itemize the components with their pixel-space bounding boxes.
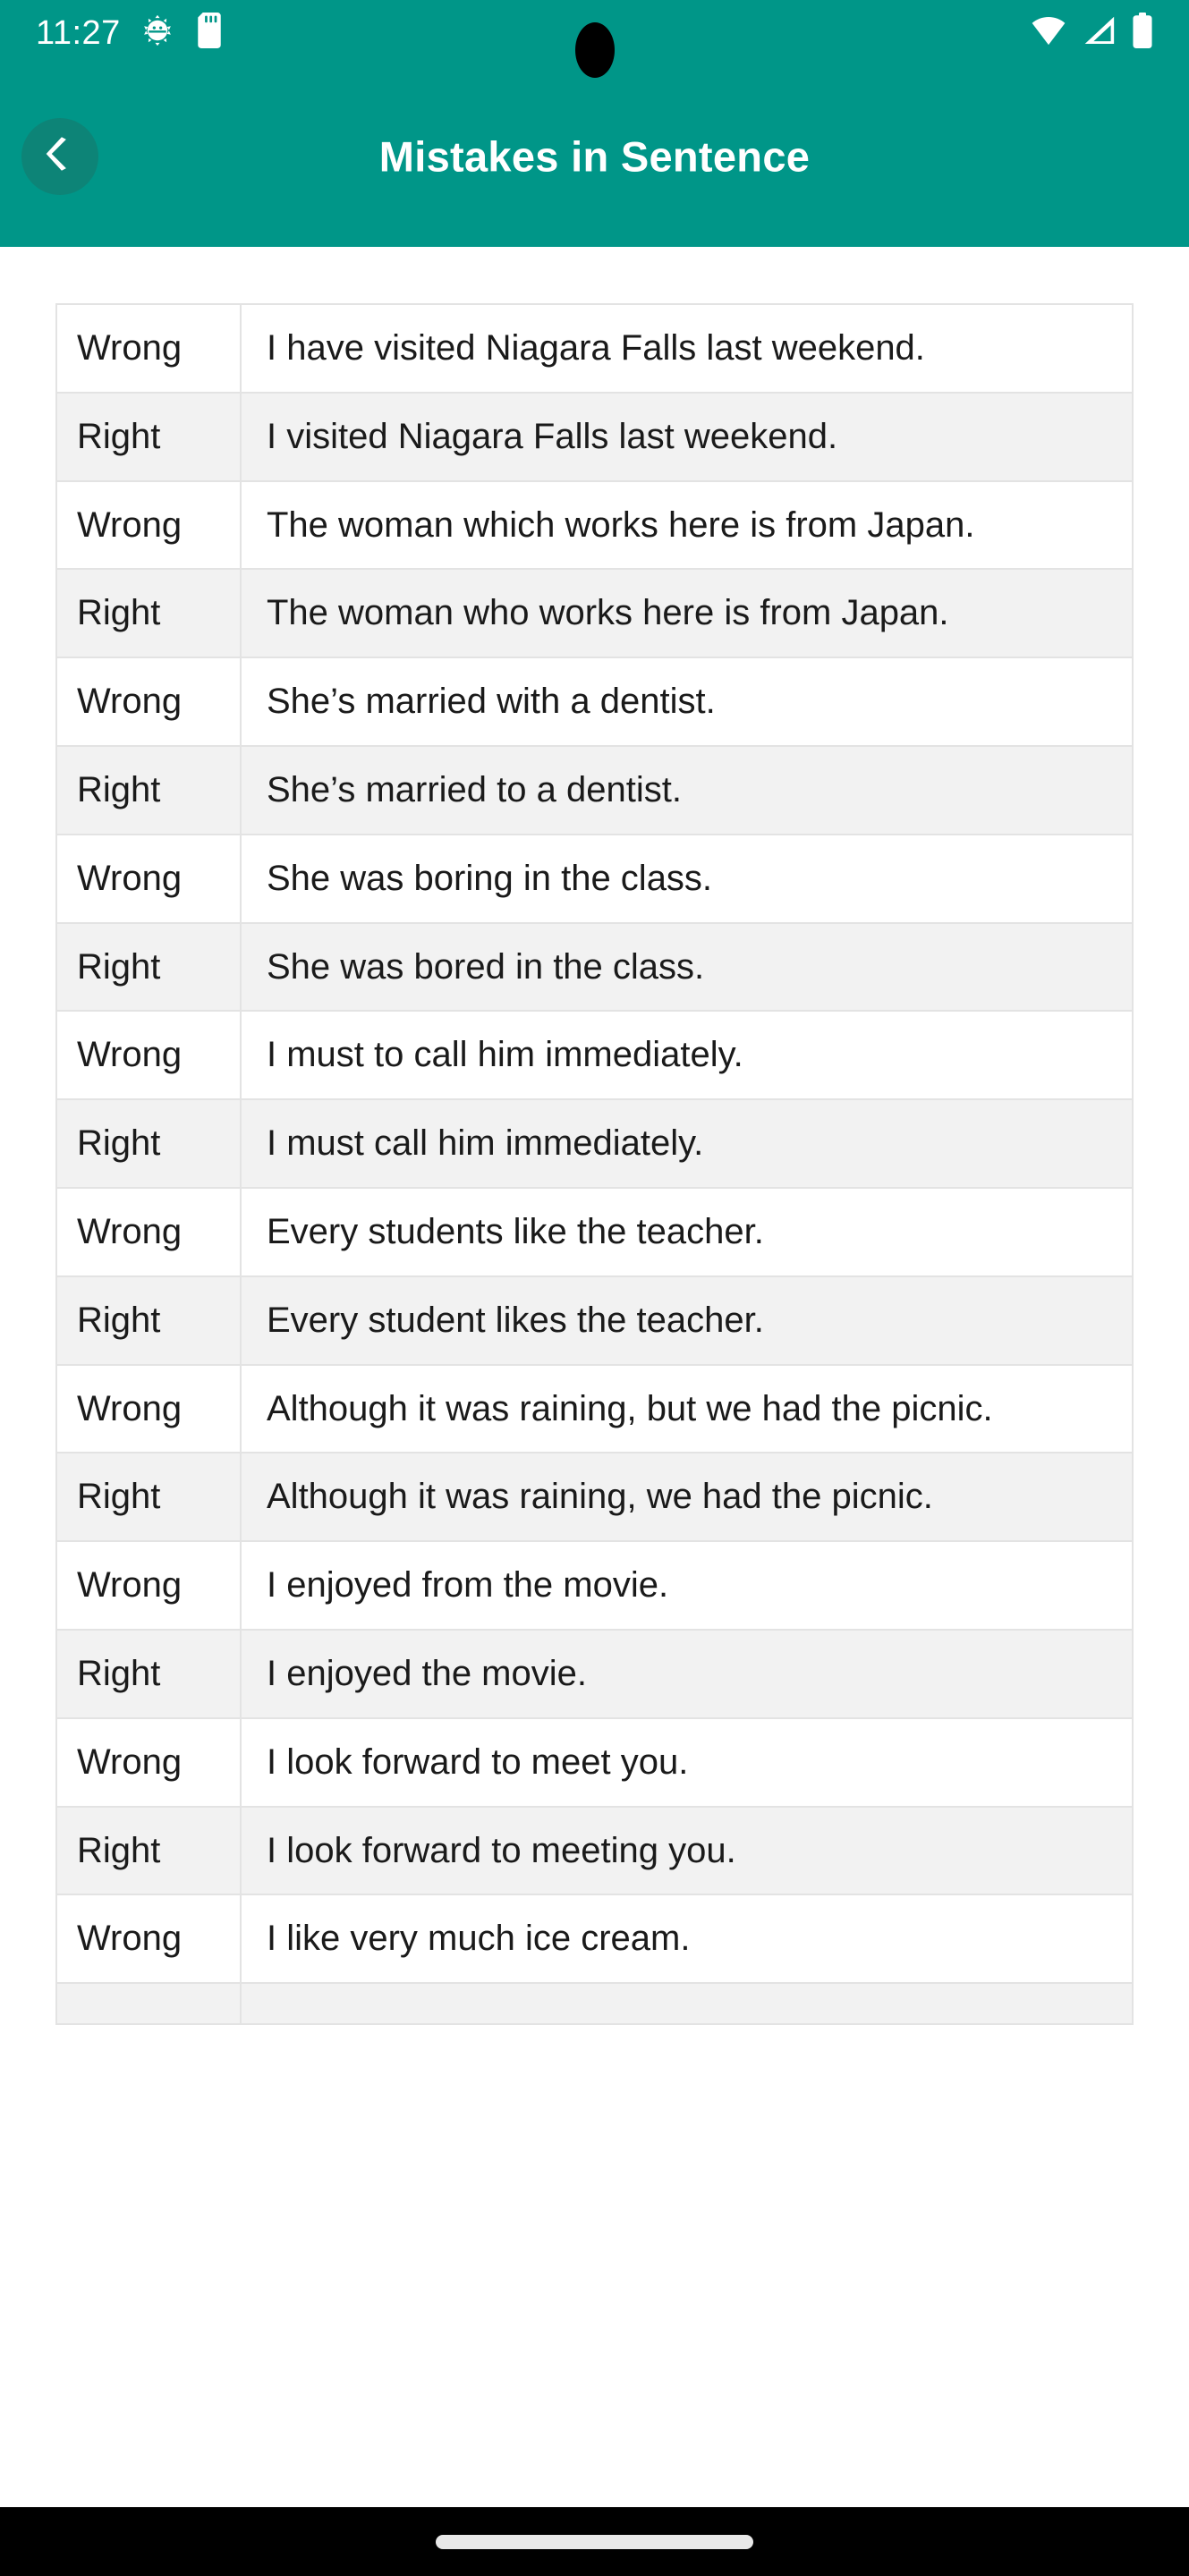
table-row: Wrong I look forward to meet you.	[55, 1716, 1134, 1808]
android-debug-icon	[140, 13, 174, 52]
home-gesture-pill[interactable]	[436, 2534, 753, 2549]
table-row: Wrong Although it was raining, but we had…	[55, 1363, 1134, 1454]
row-label-cell: Right	[55, 921, 242, 1013]
row-sentence-cell: I visited Niagara Falls last weekend.	[240, 391, 1134, 482]
table-row: Right She was bored in the class.	[55, 921, 1134, 1013]
battery-icon	[1132, 13, 1153, 53]
row-sentence-cell: Although it was raining, we had the picn…	[240, 1452, 1134, 1543]
row-sentence-cell: She was boring in the class.	[240, 833, 1134, 924]
row-sentence-cell: I enjoyed the movie.	[240, 1628, 1134, 1719]
status-bar-left-group: 11:27	[36, 13, 225, 53]
page-title: Mistakes in Sentence	[378, 132, 811, 180]
table-row	[55, 1982, 1134, 2026]
row-label-cell: Wrong	[55, 657, 242, 747]
row-sentence-cell: Every student likes the teacher.	[240, 1275, 1134, 1366]
sd-card-icon	[194, 13, 225, 53]
table-row: Wrong I must to call him immediately.	[55, 1010, 1134, 1101]
row-label-cell: Wrong	[55, 1540, 242, 1631]
row-sentence-cell: She was bored in the class.	[240, 921, 1134, 1013]
wifi-icon	[1030, 15, 1067, 50]
camera-cutout	[574, 22, 615, 78]
row-sentence-cell: I like very much ice cream.	[240, 1894, 1134, 1985]
table-row: Wrong I have visited Niagara Falls last w…	[55, 303, 1134, 394]
row-sentence-cell: I look forward to meeting you.	[240, 1805, 1134, 1896]
app-bar: Mistakes in Sentence	[0, 65, 1189, 247]
phone-screen: 11:27 Mistakes in Sentence Wrong I have …	[0, 0, 1189, 2576]
table-row: Wrong She was boring in the class.	[55, 833, 1134, 924]
table-row: Right Although it was raining, we had the…	[55, 1452, 1134, 1543]
cellular-signal-icon	[1082, 15, 1117, 50]
row-label-cell: Wrong	[55, 1010, 242, 1101]
table-row: Right I look forward to meeting you.	[55, 1805, 1134, 1896]
row-label-cell: Right	[55, 1275, 242, 1366]
row-sentence-cell: She’s married to a dentist.	[240, 744, 1134, 835]
row-sentence-cell	[240, 1982, 1134, 2026]
content-area[interactable]: Wrong I have visited Niagara Falls last w…	[0, 247, 1189, 2507]
row-sentence-cell: She’s married with a dentist.	[240, 657, 1134, 747]
row-label-cell: Right	[55, 391, 242, 482]
row-label-cell: Right	[55, 1805, 242, 1896]
row-sentence-cell: The woman which works here is from Japan…	[240, 479, 1134, 571]
table-row: Right The woman who works here is from Ja…	[55, 568, 1134, 659]
table-row: Wrong The woman which works here is from …	[55, 479, 1134, 571]
table-row: Right Every student likes the teacher.	[55, 1275, 1134, 1366]
row-sentence-cell: I have visited Niagara Falls last weeken…	[240, 303, 1134, 394]
row-sentence-cell: I enjoyed from the movie.	[240, 1540, 1134, 1631]
table-row: Wrong Every students like the teacher.	[55, 1186, 1134, 1277]
row-sentence-cell: I must call him immediately.	[240, 1098, 1134, 1189]
table-row: Wrong She’s married with a dentist.	[55, 657, 1134, 747]
row-label-cell	[55, 1982, 242, 2026]
row-label-cell: Right	[55, 1098, 242, 1189]
row-sentence-cell: I must to call him immediately.	[240, 1010, 1134, 1101]
table-row: Right I must call him immediately.	[55, 1098, 1134, 1189]
row-sentence-cell: Although it was raining, but we had the …	[240, 1363, 1134, 1454]
status-bar-clock: 11:27	[36, 13, 121, 52]
table-row: Wrong I like very much ice cream.	[55, 1894, 1134, 1985]
row-label-cell: Wrong	[55, 303, 242, 394]
table-row: Right I enjoyed the movie.	[55, 1628, 1134, 1719]
row-label-cell: Right	[55, 744, 242, 835]
mistakes-table-body: Wrong I have visited Niagara Falls last w…	[55, 303, 1134, 2026]
mistakes-table-wrapper: Wrong I have visited Niagara Falls last w…	[55, 303, 1134, 2026]
mistakes-table: Wrong I have visited Niagara Falls last w…	[55, 303, 1134, 2026]
table-row: Right I visited Niagara Falls last weeken…	[55, 391, 1134, 482]
row-sentence-cell: The woman who works here is from Japan.	[240, 568, 1134, 659]
table-row: Wrong I enjoyed from the movie.	[55, 1540, 1134, 1631]
row-sentence-cell: I look forward to meet you.	[240, 1716, 1134, 1808]
status-bar-right-group	[1030, 13, 1153, 53]
row-label-cell: Right	[55, 1452, 242, 1543]
row-sentence-cell: Every students like the teacher.	[240, 1186, 1134, 1277]
table-row: Right She’s married to a dentist.	[55, 744, 1134, 835]
row-label-cell: Wrong	[55, 1894, 242, 1985]
row-label-cell: Wrong	[55, 479, 242, 571]
row-label-cell: Right	[55, 568, 242, 659]
row-label-cell: Wrong	[55, 1363, 242, 1454]
row-label-cell: Wrong	[55, 1186, 242, 1277]
row-label-cell: Right	[55, 1628, 242, 1719]
navigation-bar	[0, 2507, 1189, 2576]
row-label-cell: Wrong	[55, 1716, 242, 1808]
row-label-cell: Wrong	[55, 833, 242, 924]
